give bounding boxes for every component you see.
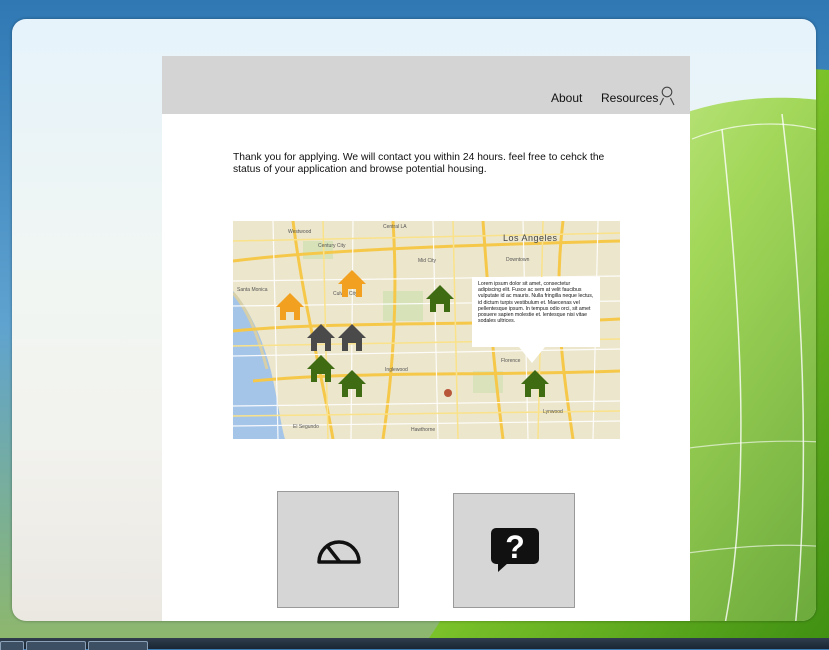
user-icon[interactable] — [659, 86, 675, 106]
confirmation-message: Thank you for applying. We will contact … — [233, 152, 605, 175]
help-tile[interactable]: ? — [453, 493, 575, 608]
browser-window: About Resources Thank you for applying. … — [12, 19, 816, 621]
map-label: Hawthorne — [411, 427, 436, 433]
map-label: Lynwood — [543, 409, 563, 415]
dashboard-tile[interactable] — [277, 491, 399, 608]
gauge-icon — [317, 540, 361, 564]
house-marker-gray[interactable] — [337, 322, 367, 352]
house-marker-gray[interactable] — [306, 322, 336, 352]
map-label: Santa Monica — [237, 287, 268, 293]
map-label: Central LA — [383, 224, 407, 230]
svg-text:?: ? — [505, 529, 525, 565]
city-label: Los Angeles — [503, 233, 558, 243]
house-marker-orange[interactable] — [275, 291, 305, 321]
nav-resources-link[interactable]: Resources — [601, 91, 658, 105]
page-header: About Resources — [162, 56, 690, 114]
map-label: Inglewood — [385, 367, 408, 373]
callout-tail — [519, 347, 545, 363]
house-marker-orange[interactable] — [337, 268, 367, 298]
house-marker-green[interactable] — [337, 368, 367, 398]
house-marker-green[interactable] — [425, 283, 455, 313]
map-label: Florence — [501, 358, 521, 364]
map-label: Westwood — [288, 229, 312, 235]
map-label: El Segundo — [293, 424, 319, 430]
house-marker-green[interactable] — [520, 368, 550, 398]
question-bubble-icon: ? — [491, 528, 539, 572]
map-label: Mid City — [418, 258, 437, 264]
map-info-callout: Lorem ipsum dolor sit amet, consectetur … — [472, 277, 600, 347]
taskbar — [0, 638, 829, 650]
map-label: Century City — [318, 243, 346, 249]
house-marker-green[interactable] — [306, 353, 336, 383]
nav-about-link[interactable]: About — [551, 91, 582, 105]
housing-map[interactable]: Central LA Westwood Century City Culver … — [233, 221, 620, 439]
map-label: Downtown — [506, 257, 530, 263]
web-page: About Resources Thank you for applying. … — [162, 56, 690, 621]
